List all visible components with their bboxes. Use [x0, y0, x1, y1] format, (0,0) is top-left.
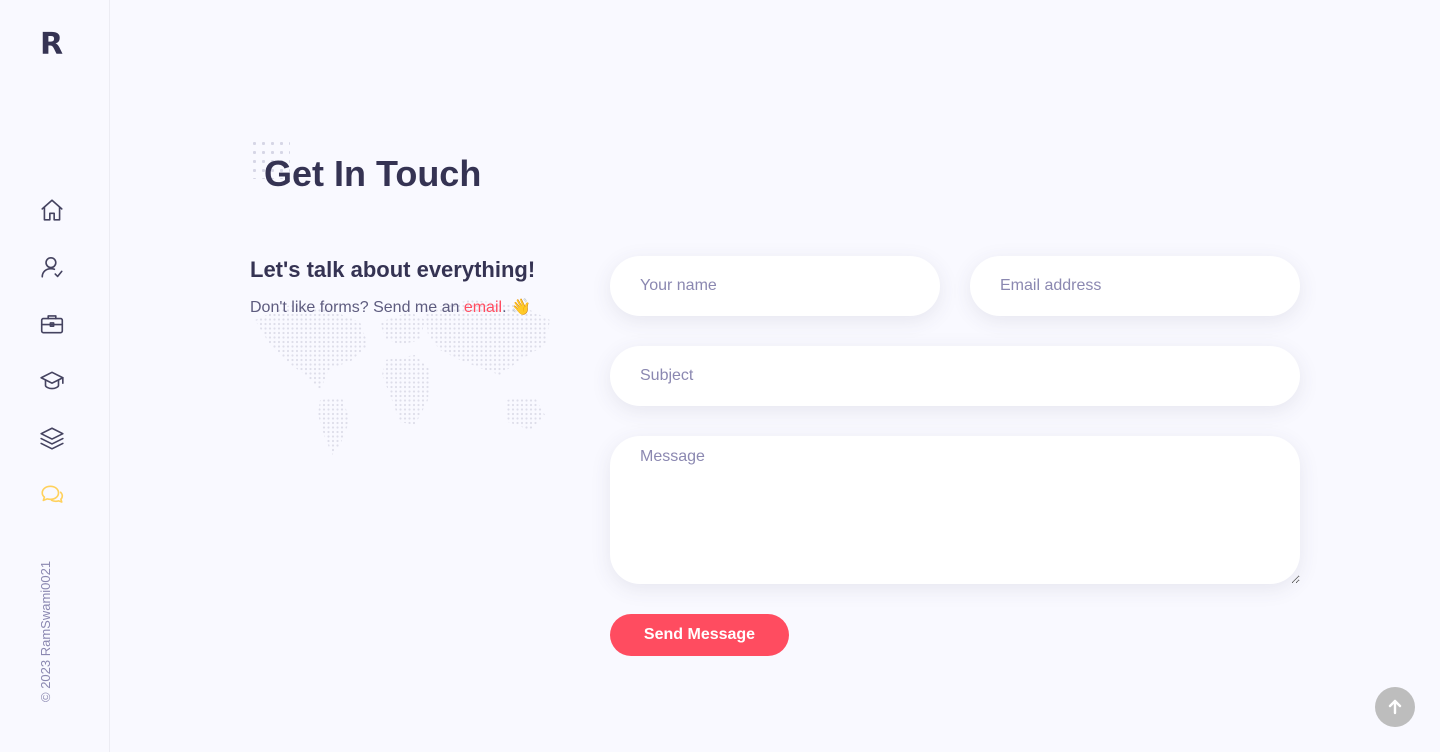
scroll-to-top-button[interactable]: [1375, 687, 1415, 727]
nav-item-experience[interactable]: [38, 367, 66, 395]
email-link[interactable]: email: [464, 299, 502, 316]
send-message-button[interactable]: Send Message: [610, 614, 789, 656]
nav-item-about[interactable]: [38, 253, 66, 281]
subject-input[interactable]: [610, 346, 1300, 406]
briefcase-icon: [40, 315, 64, 334]
layers-icon: [40, 427, 64, 450]
intro-text: Don't like forms? Send me an email. 👋: [250, 297, 531, 319]
intro-heading: Let's talk about everything!: [250, 257, 536, 282]
arrow-up-icon: [1388, 699, 1402, 715]
chat-bubbles-icon: [41, 485, 64, 503]
nav-item-works[interactable]: [38, 424, 66, 452]
user-check-icon: [41, 256, 63, 278]
intro-text-before: Don't like forms? Send me an: [250, 299, 464, 316]
section-title: Get In Touch: [264, 153, 482, 194]
message-textarea[interactable]: [610, 436, 1300, 584]
intro-text-after: . 👋: [502, 299, 531, 316]
logo[interactable]: R: [40, 28, 63, 62]
nav-item-contact[interactable]: [38, 481, 66, 509]
nav-item-home[interactable]: [38, 196, 66, 224]
name-input[interactable]: [610, 256, 940, 316]
sidebar: R © 2023 RamSwami0021: [0, 0, 110, 752]
copyright-text: © 2023 RamSwami0021: [38, 560, 53, 702]
nav-item-services[interactable]: [38, 310, 66, 338]
email-input[interactable]: [970, 256, 1300, 316]
graduation-cap-icon: [40, 371, 64, 390]
home-icon: [41, 199, 63, 221]
